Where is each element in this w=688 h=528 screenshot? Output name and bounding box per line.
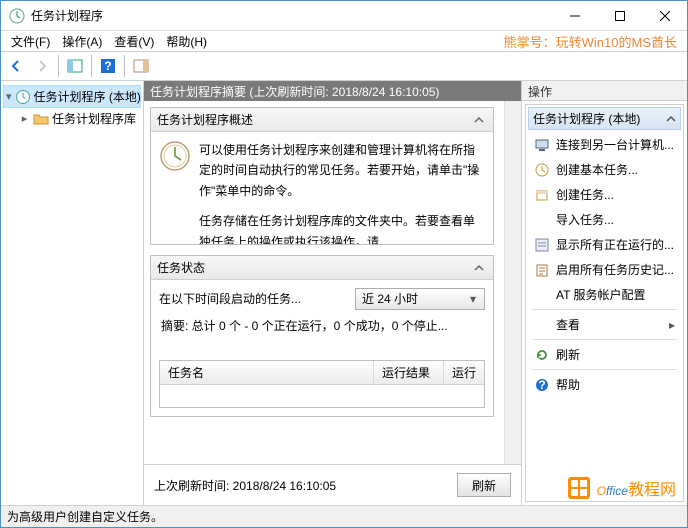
running-tasks-icon — [534, 237, 550, 253]
nav-back-button[interactable] — [4, 54, 28, 78]
console-tree[interactable]: ▾ 任务计划程序 (本地) ▸ 任务计划程序库 — [1, 81, 144, 505]
chevron-up-icon — [666, 114, 676, 124]
chevron-down-icon: ▾ — [466, 289, 480, 309]
clock-large-icon — [159, 140, 191, 172]
chevron-right-icon: ▸ — [669, 318, 675, 332]
actions-pane: 操作 任务计划程序 (本地) 连接到另一台计算机... 创建基本任务... 创建… — [522, 81, 687, 505]
svg-text:?: ? — [104, 59, 111, 73]
expander-icon[interactable]: ▸ — [19, 112, 30, 125]
action-enable-history[interactable]: 启用所有任务历史记... — [526, 257, 683, 282]
window-title: 任务计划程序 — [31, 7, 552, 24]
combo-value: 近 24 小时 — [362, 289, 466, 309]
status-range-combo[interactable]: 近 24 小时 ▾ — [355, 288, 485, 310]
tree-library-node[interactable]: ▸ 任务计划程序库 — [3, 108, 141, 129]
menu-file[interactable]: 文件(F) — [5, 31, 56, 52]
create-task-icon — [534, 187, 550, 203]
show-hide-tree-button[interactable] — [63, 54, 87, 78]
tree-root-label: 任务计划程序 (本地) — [34, 88, 141, 105]
action-import-task[interactable]: 导入任务... — [526, 207, 683, 232]
expander-icon[interactable]: ▾ — [6, 90, 12, 103]
action-show-running[interactable]: 显示所有正在运行的... — [526, 232, 683, 257]
toolbar: ? — [1, 51, 687, 81]
center-body[interactable]: 任务计划程序概述 可以使用任务计划程序来创建和管理计算机将在所指定的时间自动执行… — [144, 101, 504, 464]
blank-icon — [534, 287, 550, 303]
action-refresh[interactable]: 刷新 — [526, 342, 683, 367]
status-summary: 摘要: 总计 0 个 - 0 个正在运行，0 个成功，0 个停止... — [161, 316, 483, 336]
menu-action[interactable]: 操作(A) — [56, 31, 108, 52]
folder-icon — [33, 111, 49, 127]
overview-paragraph-2: 任务存储在任务计划程序库的文件夹中。若要查看单独任务上的操作或执行该操作，请 — [199, 211, 485, 244]
actions-pane-title: 操作 — [522, 81, 687, 101]
help-toolbar-button[interactable]: ? — [96, 54, 120, 78]
col-task-name[interactable]: 任务名 — [160, 361, 374, 384]
status-table[interactable]: 任务名 运行结果 运行 — [159, 360, 485, 408]
col-run[interactable]: 运行 — [444, 361, 484, 384]
refresh-icon — [534, 347, 550, 363]
refresh-button[interactable]: 刷新 — [457, 473, 511, 497]
center-footer: 上次刷新时间: 2018/8/24 16:10:05 刷新 — [144, 464, 521, 505]
logo-icon — [565, 474, 593, 502]
basic-task-icon — [534, 162, 550, 178]
action-create-basic-task[interactable]: 创建基本任务... — [526, 157, 683, 182]
action-connect[interactable]: 连接到另一台计算机... — [526, 132, 683, 157]
overview-title: 任务计划程序概述 — [157, 111, 253, 128]
collapse-icon[interactable] — [471, 113, 487, 127]
summary-header: 任务计划程序摘要 (上次刷新时间: 2018/8/24 16:10:05) — [144, 81, 521, 101]
watermark-text: 熊掌号：玩转Win10的MS酋长 — [504, 32, 677, 51]
minimize-button[interactable] — [552, 1, 597, 30]
actions-group-header[interactable]: 任务计划程序 (本地) — [528, 107, 681, 130]
computer-icon — [534, 137, 550, 153]
vertical-scrollbar[interactable] — [504, 101, 521, 464]
status-title: 任务状态 — [157, 259, 205, 276]
import-icon — [534, 212, 550, 228]
col-run-result[interactable]: 运行结果 — [374, 361, 444, 384]
center-pane: 任务计划程序摘要 (上次刷新时间: 2018/8/24 16:10:05) 任务… — [144, 81, 522, 505]
overview-group: 任务计划程序概述 可以使用任务计划程序来创建和管理计算机将在所指定的时间自动执行… — [150, 107, 494, 245]
overview-paragraph-1: 可以使用任务计划程序来创建和管理计算机将在所指定的时间自动执行的常见任务。若要开… — [199, 140, 485, 201]
app-icon — [9, 8, 25, 24]
tree-library-label: 任务计划程序库 — [52, 110, 136, 127]
status-range-label: 在以下时间段启动的任务... — [159, 289, 345, 309]
last-refresh-text: 上次刷新时间: 2018/8/24 16:10:05 — [154, 477, 447, 494]
status-bar: 为高级用户创建自定义任务。 — [1, 505, 687, 527]
action-view[interactable]: 查看▸ — [526, 312, 683, 337]
nav-forward-button[interactable] — [30, 54, 54, 78]
close-button[interactable] — [642, 1, 687, 30]
tree-root-node[interactable]: ▾ 任务计划程序 (本地) — [3, 85, 141, 108]
menu-view[interactable]: 查看(V) — [108, 31, 160, 52]
status-group: 任务状态 在以下时间段启动的任务... 近 24 小时 ▾ — [150, 255, 494, 417]
status-text: 为高级用户创建自定义任务。 — [7, 508, 163, 525]
history-icon — [534, 262, 550, 278]
action-at-service[interactable]: AT 服务帐户配置 — [526, 282, 683, 307]
menu-help[interactable]: 帮助(H) — [160, 31, 213, 52]
maximize-button[interactable] — [597, 1, 642, 30]
help-icon: ? — [534, 377, 550, 393]
show-hide-actions-button[interactable] — [129, 54, 153, 78]
action-create-task[interactable]: 创建任务... — [526, 182, 683, 207]
title-bar: 任务计划程序 — [1, 1, 687, 31]
blank-icon — [534, 317, 550, 333]
svg-text:?: ? — [538, 378, 545, 392]
collapse-icon[interactable] — [471, 261, 487, 275]
site-logo: OOfficeffice教程网 — [565, 474, 676, 502]
menu-bar: 文件(F) 操作(A) 查看(V) 帮助(H) 熊掌号：玩转Win10的MS酋长 — [1, 31, 687, 51]
scheduler-icon — [15, 89, 31, 105]
action-help[interactable]: ?帮助 — [526, 372, 683, 397]
